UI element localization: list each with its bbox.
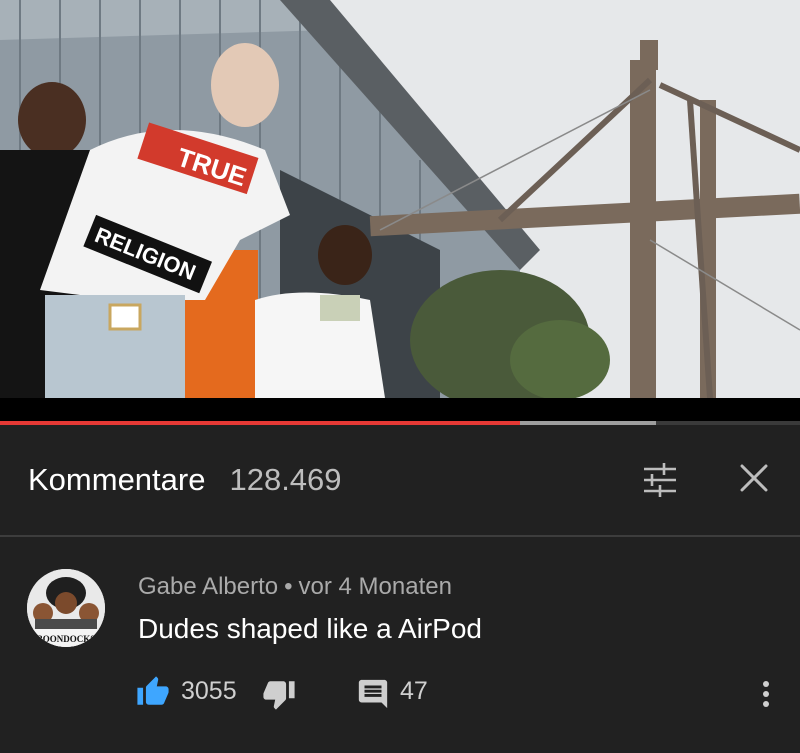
video-player[interactable]: TRUE RELIGION — [0, 0, 800, 398]
comment-timestamp: vor 4 Monaten — [298, 573, 452, 600]
avatar[interactable]: BOONDOCKS — [27, 569, 105, 647]
thumbs-up-icon — [137, 676, 169, 705]
comments-header: Kommentare 128.469 — [0, 426, 800, 534]
more-options-button[interactable] — [752, 677, 780, 711]
sort-filter-button[interactable] — [638, 458, 682, 502]
comments-count: 128.469 — [229, 462, 342, 497]
video-progress-bar[interactable] — [0, 421, 800, 425]
dislike-button[interactable] — [262, 677, 296, 711]
reply-button[interactable] — [356, 677, 390, 711]
meta-separator: • — [284, 573, 293, 600]
comment-meta: Gabe Alberto • vor 4 Monaten — [138, 573, 452, 601]
close-button[interactable] — [734, 458, 774, 498]
avatar-image: BOONDOCKS — [27, 569, 105, 647]
comments-title: Kommentare — [28, 462, 206, 497]
thumbs-down-icon — [263, 681, 295, 710]
video-progress-played — [0, 421, 520, 425]
avatar-caption: BOONDOCKS — [37, 634, 96, 644]
comment-author[interactable]: Gabe Alberto — [138, 573, 278, 600]
video-letterbox — [0, 398, 800, 422]
comment-actions: 3055 47 — [0, 675, 800, 715]
like-count: 3055 — [181, 677, 237, 705]
reply-count: 47 — [400, 677, 428, 705]
like-button[interactable] — [136, 675, 170, 709]
comment-item: BOONDOCKS Gabe Alberto • vor 4 Monaten Dud… — [0, 537, 800, 753]
reply-comment-icon — [358, 679, 388, 709]
video-frame: TRUE RELIGION — [0, 0, 800, 398]
more-vertical-icon — [763, 681, 769, 707]
sort-filter-icon — [644, 463, 676, 497]
close-icon — [740, 464, 768, 492]
comment-text: Dudes shaped like a AirPod — [138, 613, 482, 644]
